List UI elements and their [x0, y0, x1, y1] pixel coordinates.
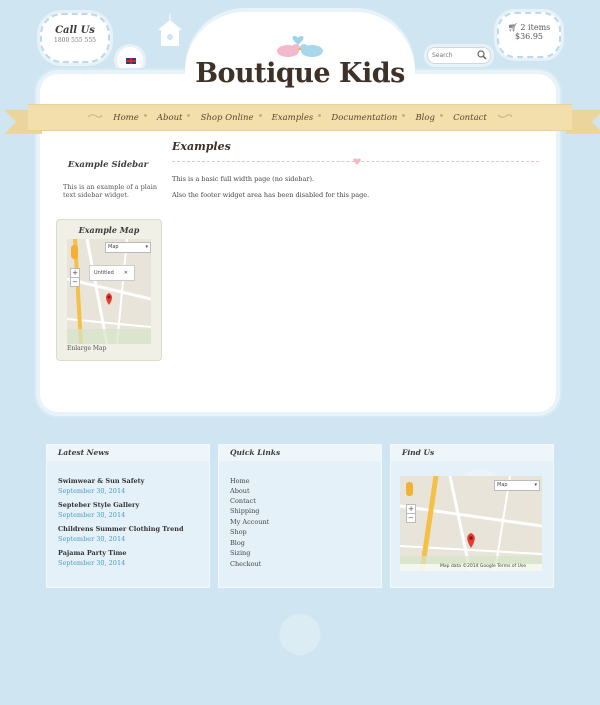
quick-link-shipping[interactable]: Shipping [230, 507, 259, 515]
cart-icon: 🛒︎ [507, 23, 518, 32]
map-popup-label: Untitled [94, 270, 114, 276]
language-switcher[interactable] [117, 47, 143, 73]
nav-separator [402, 114, 406, 117]
map-type-selector[interactable]: Map ▾ [105, 242, 151, 253]
news-item-date[interactable]: September 30, 2014 [58, 535, 125, 543]
search-icon[interactable] [477, 50, 487, 60]
cart-badge[interactable]: 🛒︎ 2 items $36.95 [497, 12, 561, 58]
map-zoom-out[interactable]: − [70, 277, 80, 287]
nav-separator [439, 114, 443, 117]
nav-about[interactable]: About [157, 106, 183, 131]
sidebar-map-image [67, 239, 151, 344]
quick-links-title: Quick Links [230, 448, 281, 457]
footer-map-zoom-out[interactable]: − [406, 513, 416, 523]
swirl-left-icon [87, 113, 103, 118]
search-input[interactable] [432, 49, 474, 61]
footer-map[interactable]: Map ▾ + − Map data ©2014 Google Terms of … [400, 476, 542, 571]
birdhouse-icon [158, 14, 182, 46]
news-item-title[interactable]: Childrens Summer Clothing Trend [58, 525, 184, 533]
nav-documentation[interactable]: Documentation [331, 106, 397, 131]
search-box [427, 47, 491, 64]
sidebar-map-widget: Example Map Map ▾ + − Untitled ✕ Enlarge M… [56, 219, 162, 361]
content-paragraph: This is a basic full width page (no side… [172, 175, 315, 183]
call-us-badge: Call Us 1800 555 555 [40, 13, 110, 63]
sidebar-map[interactable]: Map ▾ + − Untitled ✕ [67, 239, 151, 344]
find-us-title: Find Us [402, 448, 435, 457]
nav-shop-online[interactable]: Shop Online [201, 106, 254, 131]
call-us-title: Call Us [55, 25, 95, 36]
quick-link-sizing[interactable]: Sizing [230, 549, 250, 557]
enlarge-map-link[interactable]: Enlarge Map [67, 345, 106, 352]
sidebar-text: This is an example of a plain text sideb… [63, 183, 158, 199]
news-item-date[interactable]: September 30, 2014 [58, 511, 125, 519]
quick-link-contact[interactable]: Contact [230, 497, 256, 505]
sidebar-title: Example Sidebar [67, 160, 149, 170]
quick-link-blog[interactable]: Blog [230, 539, 245, 547]
cart-items-count[interactable]: 🛒︎ 2 items [499, 23, 559, 32]
quick-link-my-account[interactable]: My Account [230, 518, 269, 526]
quick-link-checkout[interactable]: Checkout [230, 560, 261, 568]
love-birds-icon [277, 35, 323, 57]
chevron-down-icon: ▾ [534, 482, 537, 488]
uk-flag-icon[interactable] [125, 57, 137, 65]
chevron-down-icon: ▾ [145, 244, 148, 250]
nav-separator [318, 114, 322, 117]
map-info-popup: Untitled ✕ [89, 265, 135, 281]
latest-news-title: Latest News [58, 448, 109, 457]
footer-latest-news: Latest News Swimwear & Sun Safety Septem… [46, 444, 210, 588]
news-item-title[interactable]: Pajama Party Time [58, 549, 127, 557]
swirl-right-icon [497, 113, 513, 118]
footer-map-type-selector[interactable]: Map ▾ [494, 480, 540, 491]
quick-link-shop[interactable]: Shop [230, 528, 247, 536]
nav-separator [187, 114, 191, 117]
footer-pegman-icon[interactable] [406, 482, 413, 496]
page-title: Examples [172, 140, 231, 153]
close-icon[interactable]: ✕ [124, 266, 128, 280]
cart-total: $36.95 [515, 32, 543, 41]
quick-link-home[interactable]: Home [230, 477, 250, 485]
news-item-title[interactable]: Septeber Style Gallery [58, 501, 139, 509]
sidebar-map-title: Example Map [78, 225, 140, 235]
nav-contact[interactable]: Contact [453, 106, 487, 131]
nav-home[interactable]: Home [113, 106, 139, 131]
footer-find-us: Find Us Map ▾ + − Map data ©2014 Google T… [390, 444, 554, 588]
cart-items-label: 2 items [520, 23, 551, 32]
main-navigation: Home About Shop Online Examples Document… [28, 104, 572, 131]
nav-separator [258, 114, 262, 117]
footer-map-attribution: Map data ©2014 Google Terms of Use [440, 564, 527, 569]
news-item-date[interactable]: September 30, 2014 [58, 559, 125, 567]
footer-quick-links: Quick Links Home About Contact Shipping … [218, 444, 382, 588]
nav-blog[interactable]: Blog [415, 106, 435, 131]
nav-examples[interactable]: Examples [272, 106, 314, 131]
content-paragraph: Also the footer widget area has been dis… [172, 191, 370, 199]
call-us-phone[interactable]: 1800 555 555 [42, 37, 108, 44]
heart-icon [353, 158, 361, 165]
footer-map-type-label: Map [497, 482, 508, 488]
site-logo[interactable]: Boutique Kids [190, 58, 410, 89]
quick-link-about[interactable]: About [230, 487, 250, 495]
nav-separator [143, 114, 147, 117]
pegman-icon[interactable] [71, 245, 78, 259]
news-item-date[interactable]: September 30, 2014 [58, 487, 125, 495]
news-item-title[interactable]: Swimwear & Sun Safety [58, 477, 144, 485]
map-type-label: Map [108, 244, 119, 250]
